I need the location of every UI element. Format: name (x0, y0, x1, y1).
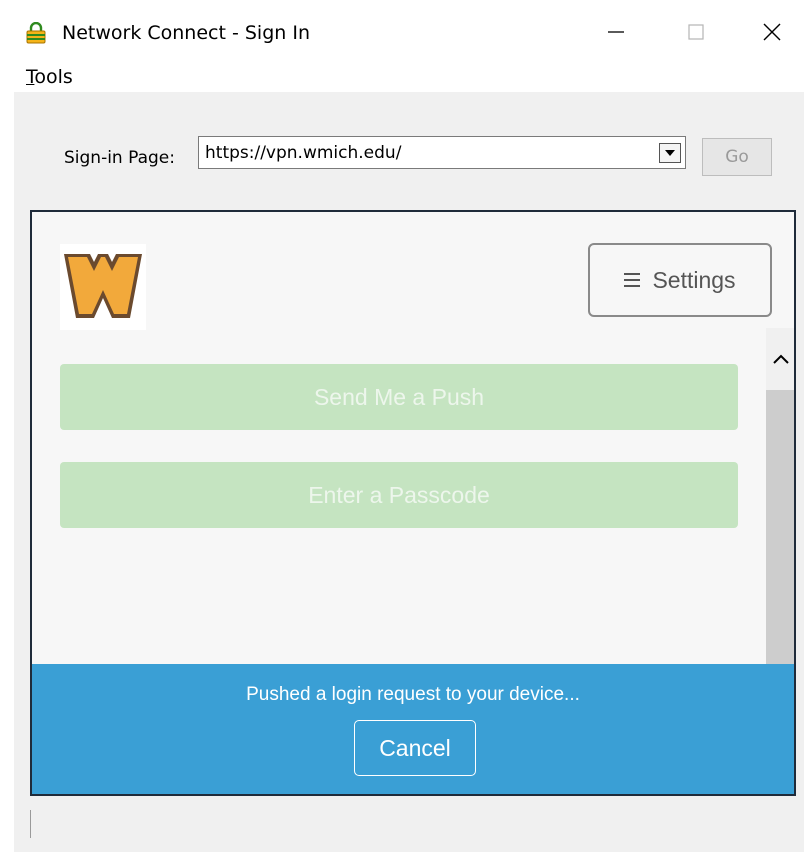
minimize-icon (608, 31, 624, 33)
push-status-text: Pushed a login request to your device... (246, 684, 580, 705)
scroll-up-button[interactable] (766, 328, 794, 390)
enter-passcode-button[interactable]: Enter a Passcode (60, 462, 738, 528)
signin-page-label: Sign-in Page: (64, 148, 175, 168)
settings-label: Settings (652, 266, 736, 293)
signin-url-input[interactable] (199, 137, 653, 168)
client-area: Sign-in Page: Go Settings Send Me a Push… (14, 92, 804, 852)
maximize-button[interactable] (666, 10, 726, 54)
go-button[interactable]: Go (702, 138, 772, 176)
dropdown-button[interactable] (659, 143, 681, 163)
menu-tools[interactable]: Tools (26, 66, 73, 88)
vertical-scrollbar[interactable] (766, 328, 794, 664)
cancel-button[interactable]: Cancel (354, 720, 476, 776)
push-status-panel: Pushed a login request to your device...… (32, 664, 794, 794)
title-bar: Network Connect - Sign In (0, 0, 804, 62)
status-divider (30, 810, 31, 838)
close-button[interactable] (742, 10, 802, 54)
send-push-button[interactable]: Send Me a Push (60, 364, 738, 430)
maximize-icon (688, 24, 704, 40)
chevron-down-icon (665, 150, 675, 156)
menu-bar: Tools (0, 62, 804, 92)
wmu-logo (60, 244, 146, 330)
chevron-up-icon (773, 354, 789, 364)
scroll-thumb[interactable] (766, 390, 794, 664)
network-connect-window: Network Connect - Sign In Tools Sign-in … (0, 0, 804, 852)
settings-button[interactable]: Settings (588, 243, 772, 317)
embedded-browser-frame: Settings Send Me a Push Enter a Passcode… (30, 210, 796, 796)
signin-url-combobox[interactable] (198, 136, 686, 169)
wmu-w-logo-icon (64, 254, 142, 318)
menu-tools-label: ools (34, 66, 73, 88)
padlock-icon (24, 21, 48, 44)
window-title: Network Connect - Sign In (62, 22, 310, 44)
close-icon (763, 23, 781, 41)
hamburger-menu-icon (624, 273, 641, 287)
minimize-button[interactable] (586, 10, 646, 54)
